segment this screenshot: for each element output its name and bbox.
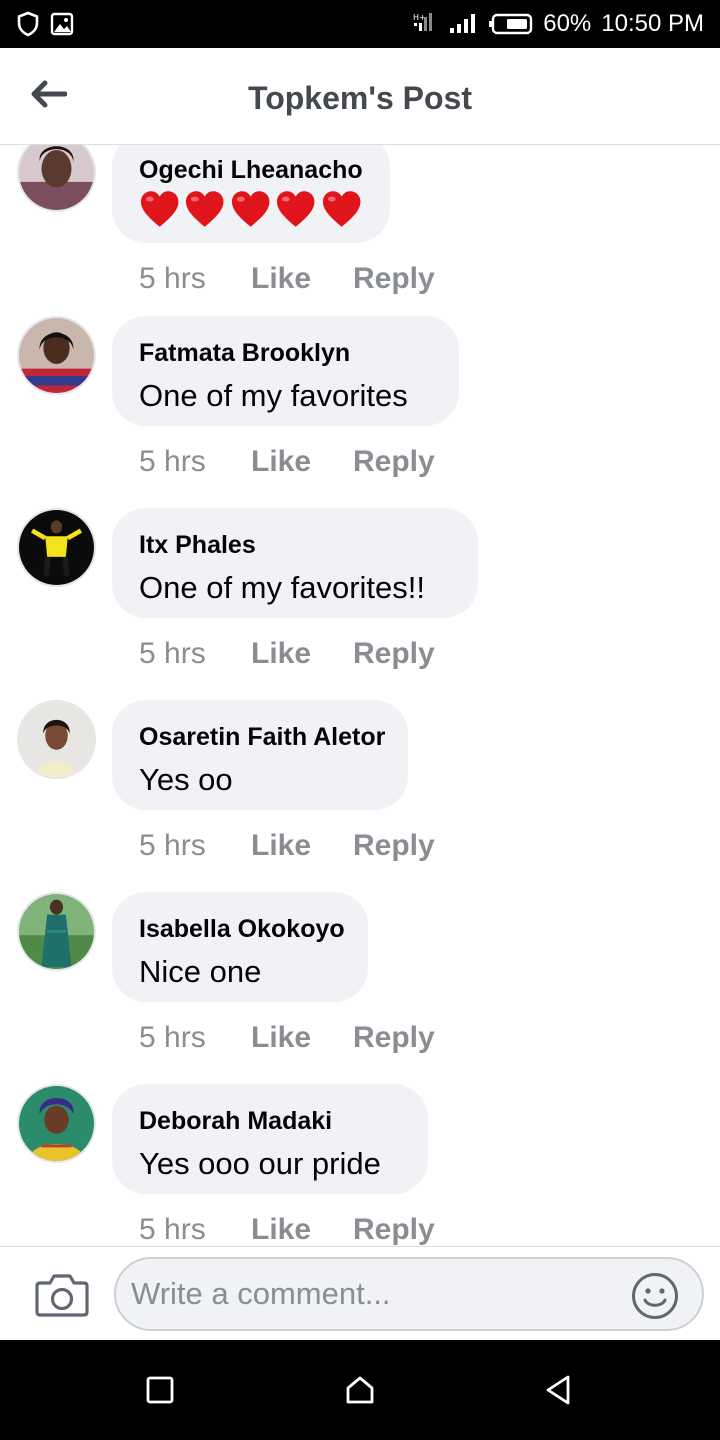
comment-author[interactable]: Ogechi Lheanacho — [139, 155, 363, 185]
comment-actions: 5 hrs Like Reply — [139, 634, 435, 674]
comment-item: Itx Phales One of my favorites!! 5 hrs L… — [0, 508, 720, 700]
recent-apps-icon — [145, 1375, 175, 1410]
heart-icon — [231, 191, 270, 227]
comment-text: One of my favorites — [139, 378, 408, 413]
avatar[interactable] — [17, 892, 96, 971]
recent-apps-button[interactable] — [138, 1370, 182, 1414]
comment-time: 5 hrs — [139, 1213, 206, 1246]
comment-author[interactable]: Itx Phales — [139, 530, 450, 560]
emoji-icon — [630, 1273, 680, 1325]
comment-text: One of my favorites!! — [139, 570, 425, 605]
heart-icon — [277, 191, 315, 227]
home-button[interactable] — [338, 1370, 382, 1414]
like-button[interactable]: Like — [251, 1213, 353, 1246]
post-header: Topkem's Post — [0, 48, 720, 145]
svg-text:H+: H+ — [413, 13, 426, 22]
comment-actions: 5 hrs Like Reply — [139, 826, 435, 866]
avatar[interactable] — [17, 700, 96, 779]
comment-time: 5 hrs — [139, 1021, 206, 1054]
comment-bubble[interactable]: Osaretin Faith Aletor Yes oo — [112, 700, 408, 810]
like-button[interactable]: Like — [251, 445, 353, 479]
data-signal-icon: H+ — [413, 11, 439, 37]
comment-time: 5 hrs — [139, 829, 206, 862]
comment-bubble[interactable]: Isabella Okokoyo Nice one — [112, 892, 368, 1002]
comment-author[interactable]: Isabella Okokoyo — [139, 914, 345, 944]
avatar[interactable] — [17, 1084, 96, 1163]
comment-hearts — [139, 189, 362, 229]
reply-button[interactable]: Reply — [353, 1021, 435, 1055]
comment-bubble[interactable]: Deborah Madaki Yes ooo our pride — [112, 1084, 428, 1194]
comment-author[interactable]: Deborah Madaki — [139, 1106, 400, 1136]
comment-bubble[interactable]: Fatmata Brooklyn One of my favorites — [112, 316, 459, 426]
comment-author[interactable]: Osaretin Faith Aletor — [139, 722, 385, 752]
comment-actions: 5 hrs Like Reply — [139, 1018, 435, 1058]
comments-list[interactable]: Ogechi Lheanacho 5 hrs Like Reply Fatmat… — [0, 145, 720, 1246]
comment-time: 5 hrs — [139, 262, 206, 295]
comment-time: 5 hrs — [139, 637, 206, 670]
comment-item: Ogechi Lheanacho 5 hrs Like Reply — [0, 145, 720, 325]
heart-icon — [186, 191, 224, 227]
comment-composer — [0, 1246, 720, 1340]
image-icon — [50, 11, 74, 37]
comment-input[interactable] — [114, 1257, 704, 1331]
avatar[interactable] — [17, 145, 96, 212]
reply-button[interactable]: Reply — [353, 1213, 435, 1246]
comment-bubble[interactable]: Itx Phales One of my favorites!! — [112, 508, 478, 618]
signal-icon — [449, 11, 479, 37]
clock: 10:50 PM — [601, 10, 704, 37]
battery-icon — [489, 12, 533, 36]
avatar[interactable] — [17, 316, 96, 395]
nav-back-button[interactable] — [536, 1370, 580, 1414]
like-button[interactable]: Like — [251, 262, 353, 296]
comment-text: Yes oo — [139, 762, 233, 797]
comment-actions: 5 hrs Like Reply — [139, 442, 435, 482]
camera-icon — [34, 1274, 90, 1323]
emoji-button[interactable] — [630, 1271, 680, 1321]
heart-icon — [140, 191, 179, 227]
comment-item: Isabella Okokoyo Nice one 5 hrs Like Rep… — [0, 892, 720, 1084]
battery-percent: 60% — [543, 10, 592, 37]
avatar[interactable] — [17, 508, 96, 587]
comment-author[interactable]: Fatmata Brooklyn — [139, 338, 431, 368]
shield-icon — [16, 11, 40, 37]
comment-actions: 5 hrs Like Reply — [139, 259, 435, 299]
navigation-bar — [0, 1340, 720, 1440]
status-bar: H+ 60% 10:50 PM — [0, 0, 720, 48]
comment-item: Osaretin Faith Aletor Yes oo 5 hrs Like … — [0, 700, 720, 892]
camera-button[interactable] — [34, 1271, 90, 1319]
comment-item: Deborah Madaki Yes ooo our pride 5 hrs L… — [0, 1084, 720, 1246]
home-icon — [344, 1374, 376, 1411]
like-button[interactable]: Like — [251, 637, 353, 671]
reply-button[interactable]: Reply — [353, 445, 435, 479]
reply-button[interactable]: Reply — [353, 637, 435, 671]
comment-item: Fatmata Brooklyn One of my favorites 5 h… — [0, 316, 720, 508]
comment-actions: 5 hrs Like Reply — [139, 1210, 435, 1246]
reply-button[interactable]: Reply — [353, 262, 435, 296]
heart-icon — [322, 191, 361, 227]
reply-button[interactable]: Reply — [353, 829, 435, 863]
comment-time: 5 hrs — [139, 445, 206, 478]
comment-text: Nice one — [139, 954, 262, 989]
like-button[interactable]: Like — [251, 829, 353, 863]
comment-bubble[interactable]: Ogechi Lheanacho — [112, 145, 390, 243]
like-button[interactable]: Like — [251, 1021, 353, 1055]
page-title: Topkem's Post — [248, 80, 472, 116]
back-icon — [543, 1374, 573, 1411]
comment-text: Yes ooo our pride — [139, 1146, 381, 1181]
